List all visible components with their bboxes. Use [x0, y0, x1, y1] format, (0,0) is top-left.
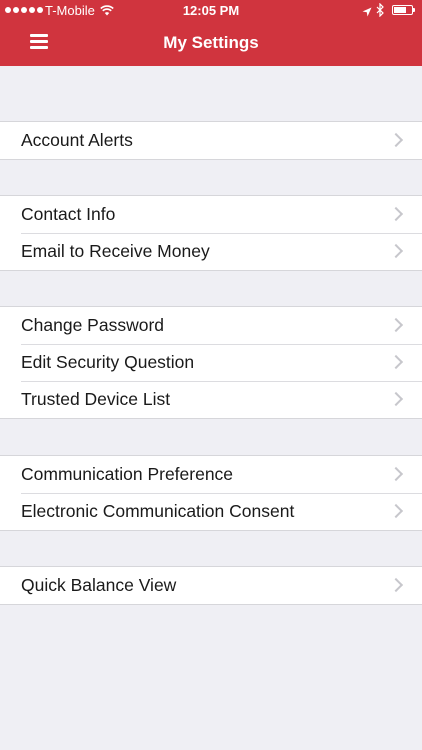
settings-item-label: Account Alerts [21, 130, 133, 150]
chevron-right-icon [388, 317, 404, 333]
status-bar: T-Mobile 12:05 PM [0, 0, 422, 22]
chevron-right-icon [388, 206, 404, 222]
settings-item-edit-security-question[interactable]: Edit Security Question [0, 344, 422, 381]
chevron-right-icon [388, 132, 404, 148]
chevron-right-icon [388, 243, 404, 259]
location-arrow-icon [362, 5, 372, 20]
settings-group-balance: Quick Balance View [0, 566, 422, 605]
settings-item-email-to-receive-money[interactable]: Email to Receive Money [0, 233, 422, 270]
settings-item-label: Trusted Device List [21, 389, 171, 409]
settings-item-label: Email to Receive Money [21, 241, 210, 261]
chevron-right-icon [388, 391, 404, 407]
chevron-right-icon [388, 503, 404, 519]
chevron-right-icon [388, 354, 404, 370]
page-title: My Settings [163, 33, 259, 52]
settings-item-change-password[interactable]: Change Password [0, 307, 422, 344]
settings-item-quick-balance-view[interactable]: Quick Balance View [0, 567, 422, 604]
chevron-right-icon [388, 466, 404, 482]
settings-group-security: Change Password Edit Security Question T… [0, 306, 422, 419]
status-time: 12:05 PM [182, 3, 240, 18]
settings-item-label: Electronic Communication Consent [21, 501, 295, 521]
app-header: T-Mobile 12:05 PM My Settings [0, 0, 422, 66]
settings-item-account-alerts[interactable]: Account Alerts [0, 122, 422, 159]
settings-item-label: Edit Security Question [21, 352, 195, 372]
settings-item-trusted-device-list[interactable]: Trusted Device List [0, 381, 422, 418]
settings-group-contact: Contact Info Email to Receive Money [0, 195, 422, 271]
battery-icon [392, 5, 415, 15]
settings-item-label: Change Password [21, 315, 164, 335]
chevron-right-icon [388, 577, 404, 593]
settings-group-communication: Communication Preference Electronic Comm… [0, 455, 422, 531]
settings-item-contact-info[interactable]: Contact Info [0, 196, 422, 233]
bluetooth-icon [376, 2, 384, 20]
settings-item-label: Contact Info [21, 204, 116, 224]
settings-group-alerts: Account Alerts [0, 121, 422, 160]
settings-item-communication-preference[interactable]: Communication Preference [0, 456, 422, 493]
settings-item-label: Quick Balance View [21, 575, 177, 595]
settings-item-label: Communication Preference [21, 464, 234, 484]
settings-item-electronic-communication-consent[interactable]: Electronic Communication Consent [0, 493, 422, 530]
